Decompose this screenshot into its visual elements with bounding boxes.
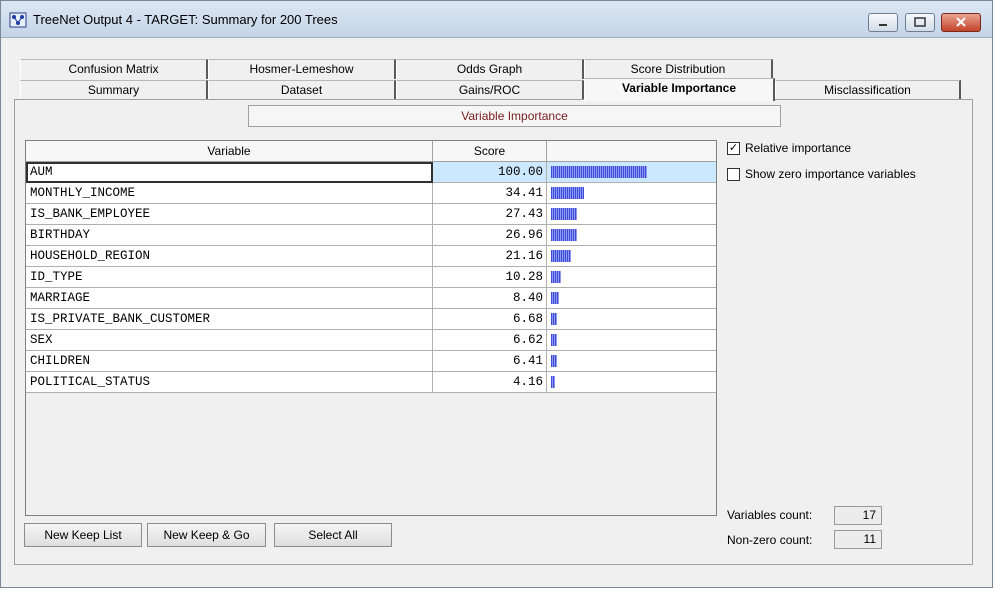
tab-confusion-matrix[interactable]: Confusion Matrix <box>20 59 208 79</box>
table-row[interactable]: MARRIAGE 8.40 <box>26 288 716 309</box>
variable-cell[interactable]: IS_PRIVATE_BANK_CUSTOMER <box>26 309 433 330</box>
relative-importance-checkbox[interactable]: ✓ Relative importance <box>727 141 851 155</box>
importance-bar <box>551 376 555 388</box>
bar-cell <box>547 246 716 267</box>
tab-score-distribution[interactable]: Score Distribution <box>584 59 773 79</box>
table-row[interactable]: IS_BANK_EMPLOYEE 27.43 <box>26 204 716 225</box>
variables-count-value: 17 <box>834 506 882 525</box>
column-header-score[interactable]: Score <box>433 141 547 162</box>
importance-bar <box>551 313 557 325</box>
select-all-button[interactable]: Select All <box>274 523 392 547</box>
variable-cell[interactable]: ID_TYPE <box>26 267 433 288</box>
importance-bar <box>551 208 577 220</box>
bar-cell <box>547 309 716 330</box>
show-zero-importance-checkbox[interactable]: Show zero importance variables <box>727 167 916 181</box>
show-zero-importance-label: Show zero importance variables <box>745 167 916 181</box>
relative-importance-label: Relative importance <box>745 141 852 155</box>
tab-hosmer-lemeshow[interactable]: Hosmer-Lemeshow <box>208 59 396 79</box>
bar-cell <box>547 183 716 204</box>
relative-importance-box[interactable]: ✓ <box>727 141 740 155</box>
variable-cell[interactable]: HOUSEHOLD_REGION <box>26 246 433 267</box>
close-button[interactable] <box>941 13 981 32</box>
importance-bar <box>551 250 571 262</box>
importance-bar <box>551 355 557 367</box>
window-title: TreeNet Output 4 - TARGET: Summary for 2… <box>33 12 338 27</box>
importance-bar <box>551 166 647 178</box>
variable-cell[interactable]: POLITICAL_STATUS <box>26 372 433 393</box>
variables-count-label: Variables count: <box>727 508 813 522</box>
variable-cell[interactable]: SEX <box>26 330 433 351</box>
bar-cell <box>547 330 716 351</box>
importance-bar <box>551 229 577 241</box>
table-row[interactable]: IS_PRIVATE_BANK_CUSTOMER 6.68 <box>26 309 716 330</box>
variable-cell[interactable]: AUM <box>26 162 433 183</box>
close-icon <box>955 16 967 30</box>
variable-cell[interactable]: CHILDREN <box>26 351 433 372</box>
score-cell: 26.96 <box>433 225 547 246</box>
app-window: TreeNet Output 4 - TARGET: Summary for 2… <box>0 0 993 588</box>
table-row[interactable]: AUM 100.00 <box>26 162 716 183</box>
table-row[interactable]: HOUSEHOLD_REGION 21.16 <box>26 246 716 267</box>
variable-cell[interactable]: IS_BANK_EMPLOYEE <box>26 204 433 225</box>
show-zero-importance-box[interactable] <box>727 167 740 181</box>
section-label: Variable Importance <box>248 105 781 127</box>
score-cell: 27.43 <box>433 204 547 225</box>
bar-cell <box>547 351 716 372</box>
variable-cell[interactable]: BIRTHDAY <box>26 225 433 246</box>
bar-cell <box>547 288 716 309</box>
variable-cell[interactable]: MARRIAGE <box>26 288 433 309</box>
importance-bar <box>551 271 561 283</box>
treenet-app-icon <box>9 12 27 28</box>
score-cell: 6.62 <box>433 330 547 351</box>
column-header-bar[interactable] <box>547 141 716 162</box>
variable-cell[interactable]: MONTHLY_INCOME <box>26 183 433 204</box>
score-cell: 10.28 <box>433 267 547 288</box>
score-cell: 100.00 <box>433 162 547 183</box>
tab-dataset[interactable]: Dataset <box>208 80 396 100</box>
variable-importance-grid[interactable]: Variable Score AUM 100.00 MONTHLY_INCOME 34… <box>25 140 717 516</box>
maximize-icon <box>914 16 926 30</box>
score-cell: 4.16 <box>433 372 547 393</box>
table-row[interactable]: BIRTHDAY 26.96 <box>26 225 716 246</box>
score-cell: 6.68 <box>433 309 547 330</box>
table-row[interactable]: POLITICAL_STATUS 4.16 <box>26 372 716 393</box>
new-keep-list-button[interactable]: New Keep List <box>24 523 142 547</box>
tab-gains-roc[interactable]: Gains/ROC <box>396 80 584 100</box>
score-cell: 8.40 <box>433 288 547 309</box>
maximize-button[interactable] <box>905 13 935 32</box>
importance-bar <box>551 334 557 346</box>
minimize-icon <box>878 16 888 30</box>
bar-cell <box>547 162 716 183</box>
score-cell: 21.16 <box>433 246 547 267</box>
nonzero-count-label: Non-zero count: <box>727 533 813 547</box>
column-header-variable[interactable]: Variable <box>26 141 433 162</box>
table-row[interactable]: CHILDREN 6.41 <box>26 351 716 372</box>
importance-bar <box>551 187 584 199</box>
title-bar[interactable]: TreeNet Output 4 - TARGET: Summary for 2… <box>1 1 992 38</box>
score-cell: 34.41 <box>433 183 547 204</box>
score-cell: 6.41 <box>433 351 547 372</box>
tab-odds-graph[interactable]: Odds Graph <box>396 59 584 79</box>
tab-summary[interactable]: Summary <box>20 80 208 100</box>
table-row[interactable]: MONTHLY_INCOME 34.41 <box>26 183 716 204</box>
bar-cell <box>547 267 716 288</box>
tab-misclassification[interactable]: Misclassification <box>775 80 961 100</box>
table-row[interactable]: ID_TYPE 10.28 <box>26 267 716 288</box>
bar-cell <box>547 225 716 246</box>
minimize-button[interactable] <box>868 13 898 32</box>
bar-cell <box>547 372 716 393</box>
bar-cell <box>547 204 716 225</box>
importance-bar <box>551 292 559 304</box>
nonzero-count-value: 11 <box>834 530 882 549</box>
tab-variable-importance[interactable]: Variable Importance <box>584 78 775 101</box>
new-keep-go-button[interactable]: New Keep & Go <box>147 523 266 547</box>
table-row[interactable]: SEX 6.62 <box>26 330 716 351</box>
